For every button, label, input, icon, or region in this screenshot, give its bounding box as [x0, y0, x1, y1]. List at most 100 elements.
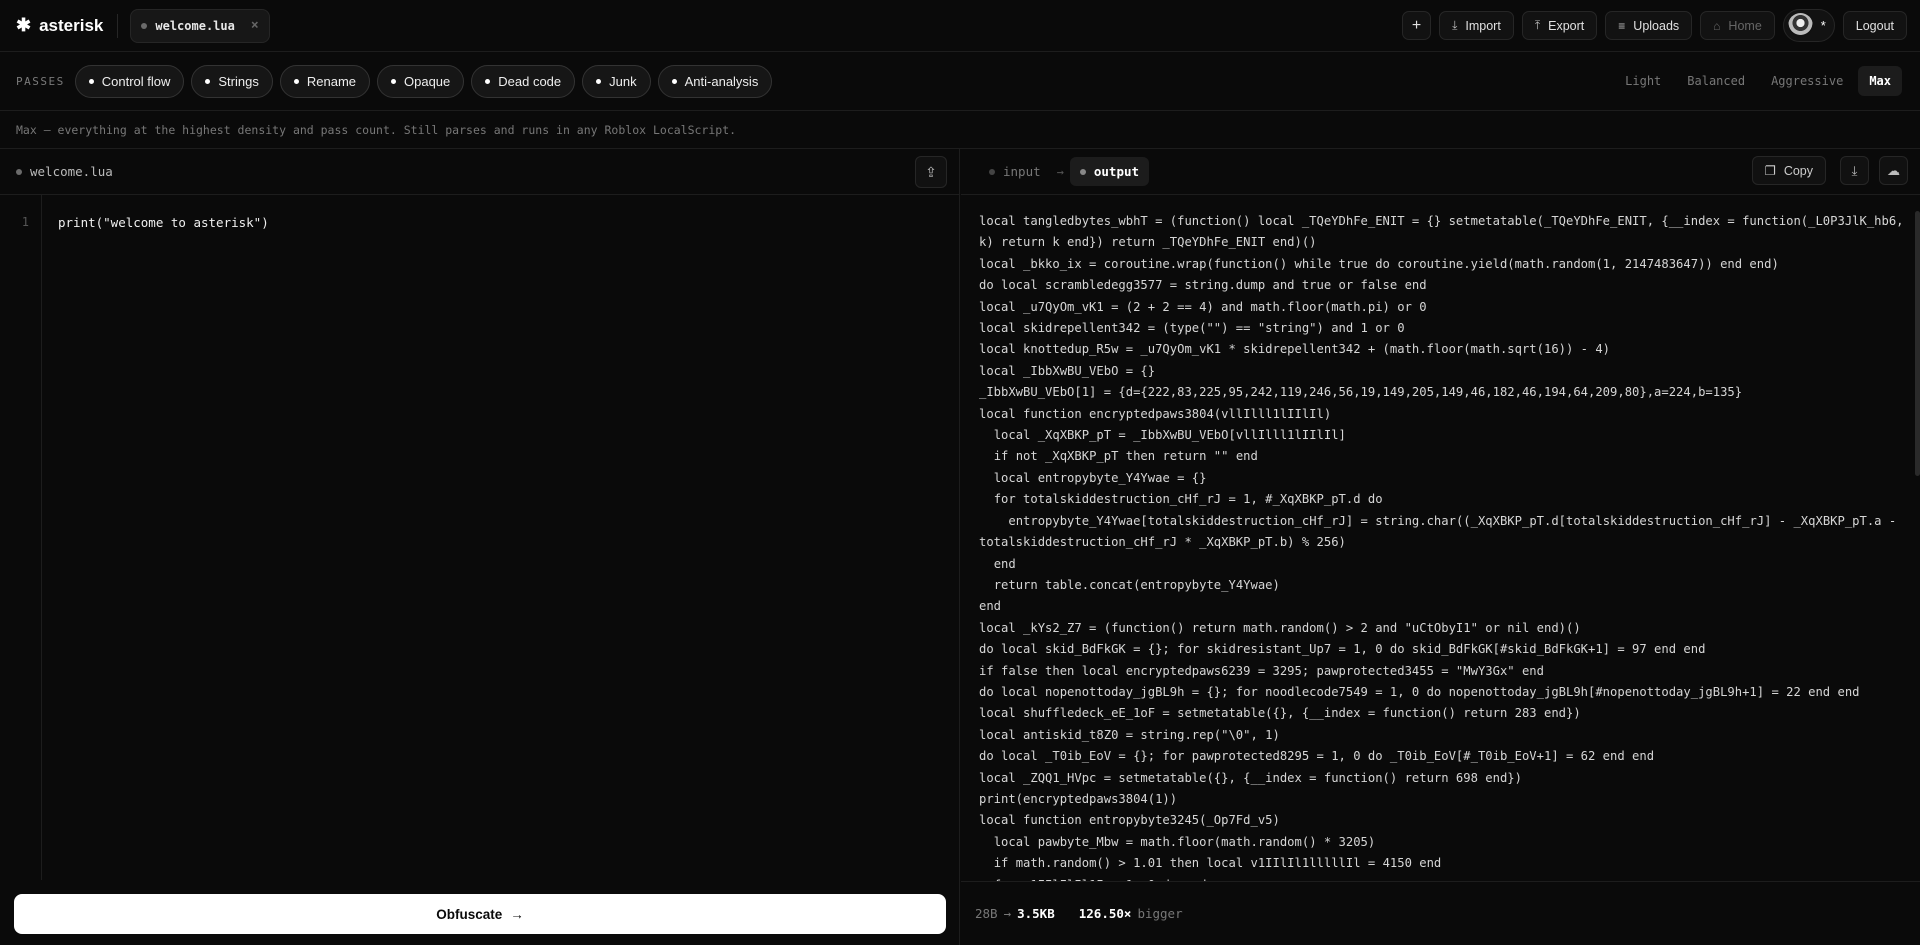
uploads-label: Uploads	[1633, 18, 1680, 33]
pass-chip-opaque[interactable]: Opaque	[377, 64, 465, 98]
tab-output-label: output	[1093, 164, 1140, 179]
pass-chip-anti-analysis[interactable]: Anti-analysis	[657, 64, 773, 98]
enabled-dot-icon	[391, 78, 396, 84]
tab-dot-icon	[1079, 168, 1086, 175]
output-code-line: end	[979, 556, 1016, 571]
output-code-line: local pawbyte_Mbw = math.floor(math.rand…	[979, 834, 1376, 849]
brand[interactable]: ✱ asterisk	[0, 15, 103, 36]
top-bar: ✱ asterisk welcome.lua × + ⤓ Import ⤒ Ex…	[0, 0, 1920, 52]
tab-output[interactable]: output	[1069, 157, 1150, 186]
pass-chip-control-flow[interactable]: Control flow	[74, 64, 185, 98]
close-icon[interactable]: ×	[251, 18, 259, 33]
output-code-view[interactable]: local tangledbytes_wbhT = (function() lo…	[979, 211, 1904, 881]
pass-label: Junk	[609, 73, 637, 89]
copy-label: Copy	[1783, 163, 1813, 178]
logout-button[interactable]: Logout	[1842, 11, 1907, 40]
avatar	[1787, 13, 1813, 38]
list-icon: ≡	[1618, 18, 1626, 33]
view-tabs: input → output	[961, 157, 1150, 186]
passes-bar: PASSES Control flow Strings Rename Opaqu…	[0, 52, 1920, 111]
upload-file-button[interactable]: ⇪	[915, 156, 947, 188]
pass-chip-dead-code[interactable]: Dead code	[471, 64, 576, 98]
pass-label: Rename	[306, 73, 356, 89]
file-tab[interactable]: welcome.lua ×	[130, 8, 270, 43]
download-button[interactable]: ⤓	[1840, 156, 1869, 185]
copy-icon: ❐	[1764, 164, 1776, 178]
tab-input-label: input	[1003, 164, 1041, 179]
output-code-line: do local scrambledegg3577 = string.dump …	[979, 278, 1427, 293]
input-code-editor[interactable]: print("welcome to asterisk")	[58, 215, 269, 230]
enabled-dot-icon	[596, 78, 602, 84]
pass-label: Control flow	[101, 73, 171, 89]
arrow-right-icon: →	[1003, 906, 1012, 921]
output-code-line: do local skid_BdFkGK = {}; for skidresis…	[979, 642, 1706, 657]
input-filename: welcome.lua	[30, 164, 113, 179]
pass-chip-strings[interactable]: Strings	[191, 64, 273, 98]
divider	[117, 13, 119, 38]
size-stats: 28B → 3.5KB 126.50× bigger	[961, 881, 1920, 945]
output-code-line: local _ZQQ1_HVpc = setmetatable({}, {__i…	[979, 770, 1522, 785]
output-code-line: local antiskid_t8Z0 = string.rep("\0", 1…	[979, 727, 1280, 742]
copy-button[interactable]: ❐ Copy	[1751, 156, 1826, 185]
preset-light[interactable]: Light	[1614, 66, 1672, 96]
pass-label: Opaque	[404, 73, 451, 89]
download-icon: ⤓	[1851, 162, 1858, 178]
pass-label: Dead code	[498, 73, 562, 89]
enabled-dot-icon	[88, 78, 94, 84]
output-code-line: do local _T0ib_EoV = {}; for pawprotecte…	[979, 749, 1655, 764]
home-icon: ⌂	[1713, 18, 1721, 33]
output-code-line: local entropybyte_Y4Ywae = {}	[979, 470, 1207, 485]
obfuscate-label: Obfuscate	[436, 906, 503, 922]
upload-icon: ⤒	[1534, 18, 1541, 32]
export-label: Export	[1548, 18, 1585, 33]
pass-chip-rename[interactable]: Rename	[279, 64, 370, 98]
output-code-line: print(encryptedpaws3804(1))	[979, 791, 1178, 806]
output-code-line: local _u7QyOm_vK1 = (2 + 2 == 4) and mat…	[979, 299, 1427, 314]
output-code-line: local _bkko_ix = coroutine.wrap(function…	[979, 256, 1779, 271]
account-button[interactable]: *	[1782, 9, 1835, 42]
output-code-line: if not _XqXBKP_pT then return "" end	[979, 449, 1258, 464]
output-code-line: if false then local encryptedpaws6239 = …	[979, 663, 1544, 678]
preset-description: Max — everything at the highest density …	[0, 111, 1920, 149]
scrollbar[interactable]	[1915, 211, 1920, 476]
output-code-line: end	[979, 599, 1002, 614]
output-code-line: local skidrepellent342 = (type("") == "s…	[979, 321, 1405, 336]
home-button[interactable]: ⌂ Home	[1700, 11, 1775, 40]
input-pane-header: welcome.lua	[0, 149, 959, 195]
tab-input[interactable]: input	[979, 157, 1051, 186]
preset-max[interactable]: Max	[1858, 66, 1902, 96]
output-code-line: if math.random() > 1.01 then local v1IIl…	[979, 856, 1442, 871]
import-label: Import	[1465, 18, 1501, 33]
new-file-button[interactable]: +	[1402, 11, 1432, 40]
enabled-dot-icon	[293, 78, 299, 84]
output-code-line: local knottedup_R5w = _u7QyOm_vK1 * skid…	[979, 342, 1611, 357]
cloud-upload-button[interactable]: ☁	[1879, 156, 1908, 185]
enabled-dot-icon	[205, 78, 211, 84]
obfuscate-button[interactable]: Obfuscate →	[14, 894, 946, 934]
output-actions: ❐ Copy ⤓ ☁	[1751, 156, 1908, 185]
avatar-marker: *	[1820, 18, 1826, 33]
output-code-line: local _IbbXwBU_VEbO = {}	[979, 363, 1156, 378]
export-button[interactable]: ⤒ Export	[1521, 11, 1598, 40]
size-ratio: 126.50×	[1078, 906, 1132, 921]
passes-label: PASSES	[16, 74, 65, 88]
pass-chip-junk[interactable]: Junk	[582, 64, 651, 98]
output-code-line: return table.concat(entropybyte_Y4Ywae)	[979, 577, 1280, 592]
import-button[interactable]: ⤓ Import	[1439, 11, 1514, 40]
preset-balanced[interactable]: Balanced	[1676, 66, 1756, 96]
uploads-button[interactable]: ≡ Uploads	[1605, 11, 1693, 40]
home-label: Home	[1728, 18, 1762, 33]
pass-label: Strings	[218, 73, 259, 89]
share-upload-icon: ⇪	[925, 163, 937, 180]
asterisk-logo-icon: ✱	[16, 15, 32, 35]
file-dot-icon	[16, 168, 22, 175]
enabled-dot-icon	[671, 78, 677, 84]
output-code-line: _IbbXwBU_VEbO[1] = {d={222,83,225,95,242…	[979, 385, 1743, 400]
preset-selector: Light Balanced Aggressive Max	[1614, 66, 1920, 96]
output-code-line: local _kYs2_Z7 = (function() return math…	[979, 620, 1581, 635]
file-tab-name: welcome.lua	[155, 18, 235, 33]
preset-aggressive[interactable]: Aggressive	[1760, 66, 1854, 96]
input-pane: welcome.lua ⇪ 1 print("welcome to asteri…	[0, 149, 960, 945]
enabled-dot-icon	[485, 78, 491, 84]
output-code-line: local function encryptedpaws3804(vllIlll…	[979, 406, 1332, 421]
